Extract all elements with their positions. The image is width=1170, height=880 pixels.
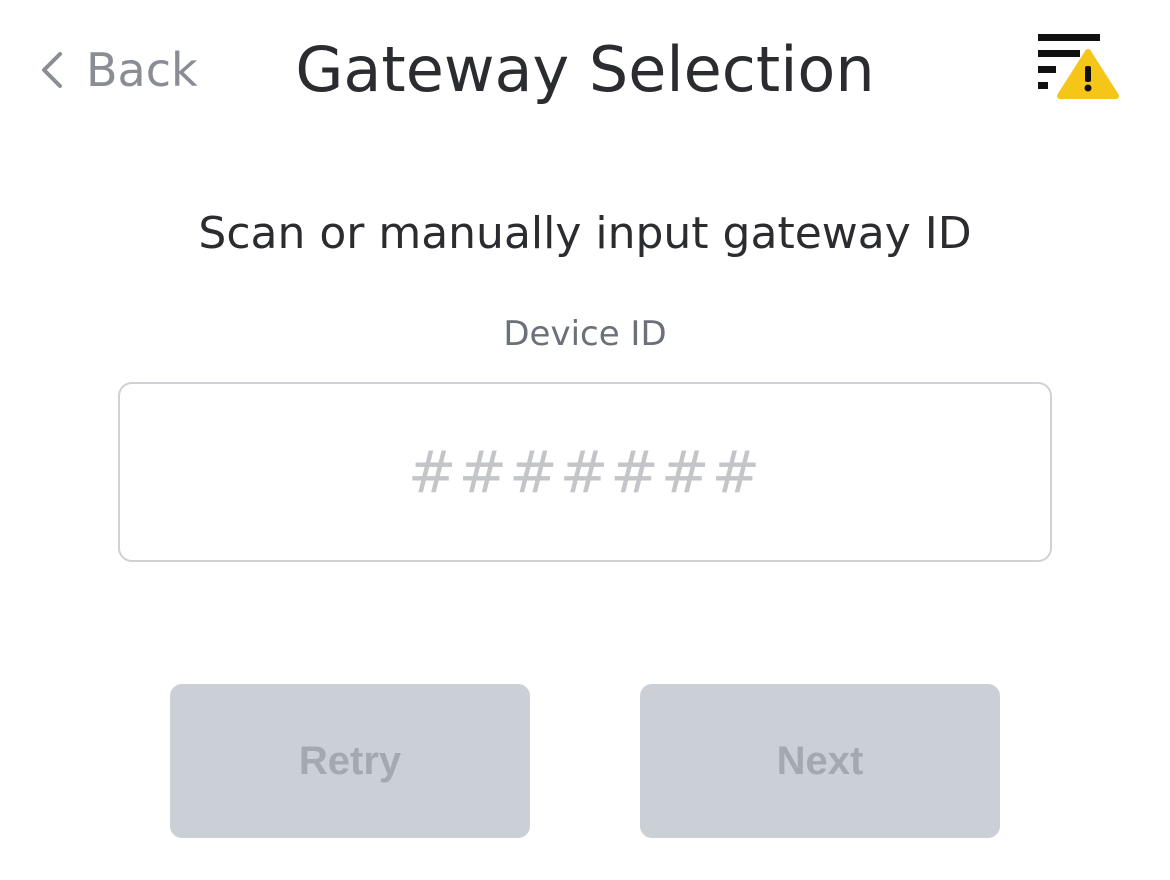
device-id-input[interactable] [118,382,1052,562]
gateway-selection-screen: Back Gateway Selection Scan or manually … [0,0,1170,880]
instruction-text: Scan or manually input gateway ID [198,208,972,259]
filter-warning-icon [1034,30,1120,102]
retry-button[interactable]: Retry [170,684,530,838]
filter-warning-button[interactable] [1034,30,1120,102]
device-id-label: Device ID [503,314,667,354]
next-button[interactable]: Next [640,684,1000,838]
page-title: Gateway Selection [295,33,875,106]
